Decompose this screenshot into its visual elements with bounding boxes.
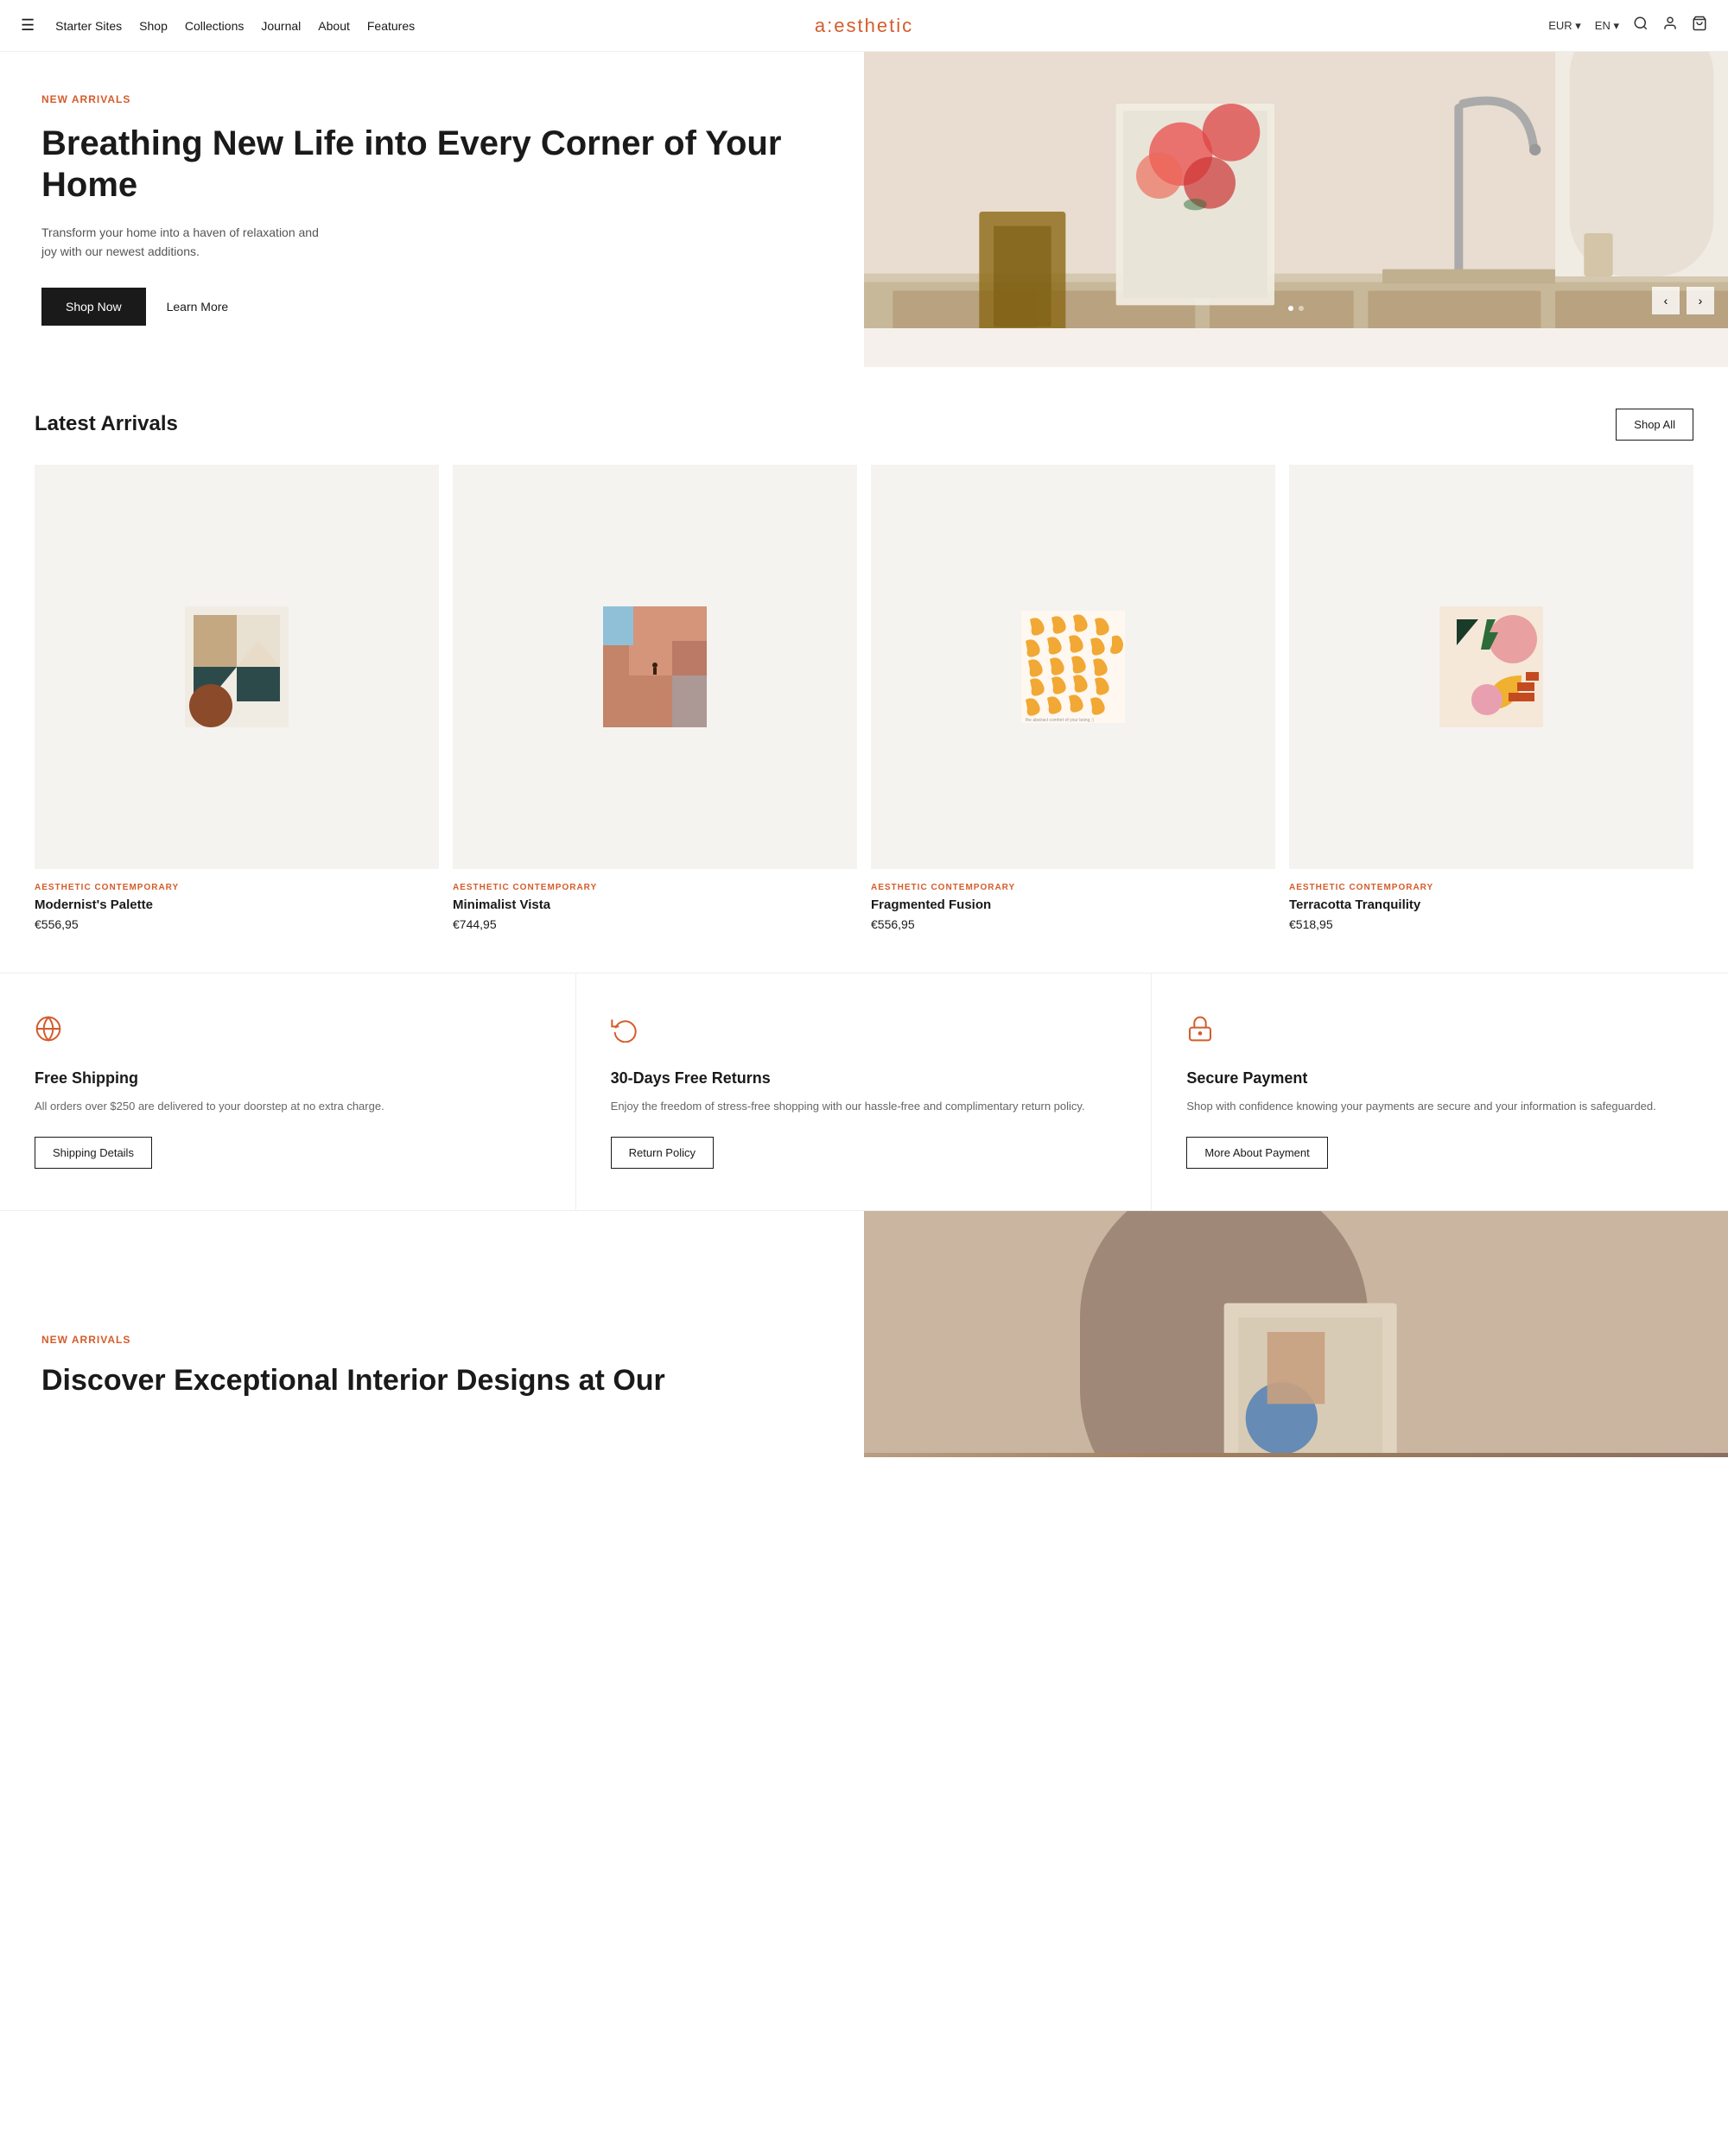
lock-icon (1186, 1015, 1693, 1049)
hero-title: Breathing New Life into Every Corner of … (41, 123, 823, 206)
account-icon[interactable] (1662, 16, 1678, 35)
hamburger-menu[interactable]: ☰ (21, 16, 35, 35)
product-card-2[interactable]: AESTHETIC CONTEMPORARY Minimalist Vista … (453, 465, 857, 931)
more-payment-button[interactable]: More About Payment (1186, 1137, 1327, 1169)
learn-more-link[interactable]: Learn More (167, 300, 229, 314)
shop-now-button[interactable]: Shop Now (41, 288, 146, 326)
prev-slide-button[interactable]: ‹ (1652, 287, 1680, 314)
feature-payment-desc: Shop with confidence knowing your paymen… (1186, 1098, 1693, 1116)
product-card-1[interactable]: AESTHETIC CONTEMPORARY Modernist's Palet… (35, 465, 439, 931)
hero-left: NEW ARRIVALS Breathing New Life into Eve… (0, 52, 864, 367)
hero-dots (1288, 306, 1304, 311)
feature-shipping: Free Shipping All orders over $250 are d… (0, 973, 576, 1210)
hero-right: ‹ › (864, 52, 1728, 367)
shop-all-button[interactable]: Shop All (1616, 409, 1693, 441)
nav-link-features[interactable]: Features (367, 19, 415, 33)
product-image-2 (453, 465, 857, 869)
feature-returns-title: 30-Days Free Returns (611, 1069, 1117, 1088)
hero-actions: Shop Now Learn More (41, 288, 823, 326)
nav-link-about[interactable]: About (318, 19, 350, 33)
product-price-1: €556,95 (35, 917, 439, 931)
dot-1[interactable] (1288, 306, 1293, 311)
nav-link-starter-sites[interactable]: Starter Sites (55, 19, 122, 33)
currency-selector[interactable]: EUR ▾ (1548, 19, 1581, 33)
nav-link-shop[interactable]: Shop (139, 19, 168, 33)
product-name-2: Minimalist Vista (453, 897, 857, 912)
hero2-section: NEW ARRIVALS Discover Exceptional Interi… (0, 1211, 1728, 1457)
product-price-4: €518,95 (1289, 917, 1693, 931)
product-image-1 (35, 465, 439, 869)
globe-icon (35, 1015, 541, 1049)
language-selector[interactable]: EN ▾ (1595, 19, 1619, 33)
feature-payment-title: Secure Payment (1186, 1069, 1693, 1088)
hero2-left: NEW ARRIVALS Discover Exceptional Interi… (0, 1211, 864, 1457)
hero-desc: Transform your home into a haven of rela… (41, 223, 335, 262)
hero2-right (864, 1211, 1728, 1457)
latest-arrivals-section: Latest Arrivals Shop All (0, 367, 1728, 973)
hero-image: ‹ › (864, 52, 1728, 328)
section-header: Latest Arrivals Shop All (35, 409, 1693, 441)
product-tag-2: AESTHETIC CONTEMPORARY (453, 883, 857, 892)
product-tag-4: AESTHETIC CONTEMPORARY (1289, 883, 1693, 892)
return-policy-button[interactable]: Return Policy (611, 1137, 714, 1169)
product-card-4[interactable]: AESTHETIC CONTEMPORARY Terracotta Tranqu… (1289, 465, 1693, 931)
product-name-1: Modernist's Palette (35, 897, 439, 912)
product-tag-3: AESTHETIC CONTEMPORARY (871, 883, 1275, 892)
product-tag-1: AESTHETIC CONTEMPORARY (35, 883, 439, 892)
product-image-3: the abstract comfort of your being :) (871, 465, 1275, 869)
next-slide-button[interactable]: › (1687, 287, 1714, 314)
cart-icon[interactable] (1692, 16, 1707, 35)
nav-link-collections[interactable]: Collections (185, 19, 244, 33)
products-grid: AESTHETIC CONTEMPORARY Modernist's Palet… (35, 465, 1693, 931)
navbar: ☰ Starter Sites Shop Collections Journal… (0, 0, 1728, 52)
product-price-3: €556,95 (871, 917, 1275, 931)
product-name-4: Terracotta Tranquility (1289, 897, 1693, 912)
return-icon (611, 1015, 1117, 1049)
product-card-3[interactable]: the abstract comfort of your being :) AE… (871, 465, 1275, 931)
nav-left: ☰ Starter Sites Shop Collections Journal… (21, 16, 415, 35)
feature-returns: 30-Days Free Returns Enjoy the freedom o… (576, 973, 1153, 1210)
svg-text:the abstract comfort of your b: the abstract comfort of your being :) (1026, 718, 1094, 723)
shipping-details-button[interactable]: Shipping Details (35, 1137, 152, 1169)
product-price-2: €744,95 (453, 917, 857, 931)
site-logo[interactable]: a:esthetic (815, 15, 913, 36)
features-section: Free Shipping All orders over $250 are d… (0, 973, 1728, 1211)
dot-2[interactable] (1299, 306, 1304, 311)
feature-returns-desc: Enjoy the freedom of stress-free shoppin… (611, 1098, 1117, 1116)
hero2-tag: NEW ARRIVALS (41, 1334, 823, 1346)
feature-shipping-desc: All orders over $250 are delivered to yo… (35, 1098, 541, 1116)
product-image-4 (1289, 465, 1693, 869)
hero-tag: NEW ARRIVALS (41, 93, 823, 105)
nav-center: a:esthetic (815, 15, 913, 37)
nav-links: Starter Sites Shop Collections Journal A… (55, 19, 415, 33)
nav-right: EUR ▾ EN ▾ (1548, 16, 1707, 35)
feature-payment: Secure Payment Shop with confidence know… (1152, 973, 1728, 1210)
hero-arrows: ‹ › (1652, 287, 1714, 314)
latest-arrivals-title: Latest Arrivals (35, 412, 178, 436)
nav-link-journal[interactable]: Journal (261, 19, 301, 33)
hero-section: NEW ARRIVALS Breathing New Life into Eve… (0, 52, 1728, 367)
feature-shipping-title: Free Shipping (35, 1069, 541, 1088)
product-name-3: Fragmented Fusion (871, 897, 1275, 912)
hero2-title: Discover Exceptional Interior Designs at… (41, 1363, 823, 1398)
search-icon[interactable] (1633, 16, 1649, 35)
